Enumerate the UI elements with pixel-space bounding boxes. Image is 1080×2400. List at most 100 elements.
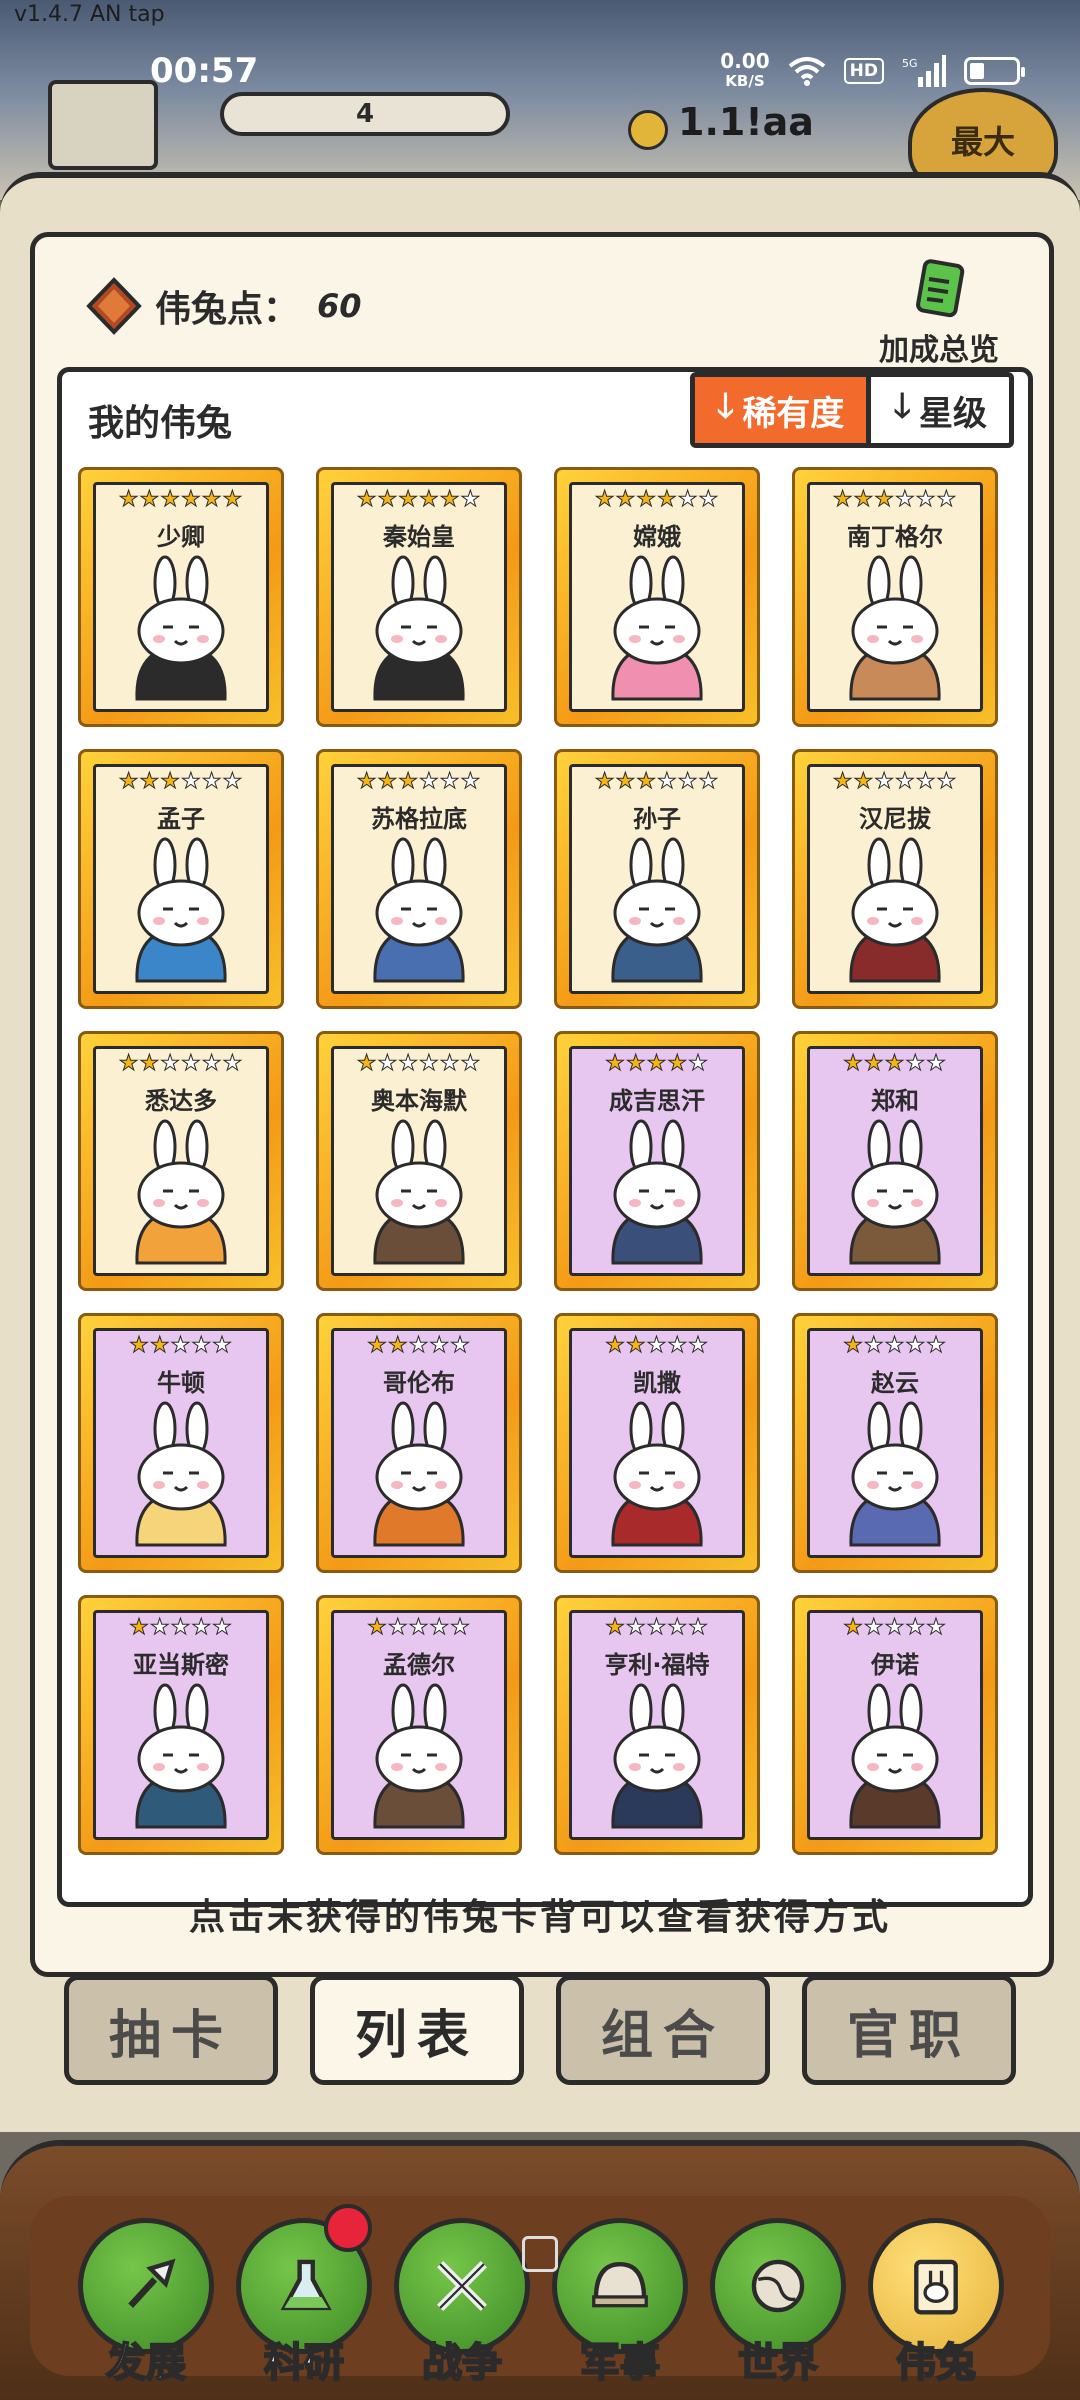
coin-icon xyxy=(628,110,668,150)
nav-item-0[interactable]: 发展 xyxy=(76,2218,216,2388)
hero-card[interactable]: ★★★★★ 成吉思汗 xyxy=(554,1031,760,1291)
hero-card[interactable]: ★★★★★ 伊诺 xyxy=(792,1595,998,1855)
hero-card[interactable]: ★★★★★★ 南丁格尔 xyxy=(792,467,998,727)
star-icon: ★ xyxy=(936,487,958,512)
svg-text:5G: 5G xyxy=(902,57,918,70)
arrow-down-icon: 🡓 xyxy=(716,385,735,426)
sort-star-button[interactable]: 🡓 星级 xyxy=(871,377,1009,443)
hero-card[interactable]: ★★★★★★ 孙子 xyxy=(554,749,760,1009)
hero-name: 悉达多 xyxy=(145,1087,217,1115)
star-icon: ★ xyxy=(429,1615,451,1640)
hero-card[interactable]: ★★★★★★ 奥本海默 xyxy=(316,1031,522,1291)
net-speed-value: 0.00 xyxy=(720,49,770,73)
hero-card[interactable]: ★★★★★ 孟德尔 xyxy=(316,1595,522,1855)
star-icon: ★ xyxy=(895,487,916,512)
sort-rarity-label: 稀有度 xyxy=(742,393,845,434)
emperor-portrait xyxy=(48,80,158,170)
bunny-portrait-icon xyxy=(611,1683,703,1829)
hero-name: 苏格拉底 xyxy=(371,805,467,833)
tab-3[interactable]: 官职 xyxy=(802,1975,1016,2085)
status-bar: 00:57 0.00 KB/S HD 5G xyxy=(0,36,1080,106)
star-icon: ★ xyxy=(926,1333,947,1358)
bonus-overview-button[interactable]: 加成总览 xyxy=(869,257,1009,369)
hero-card[interactable]: ★★★★★ 凯撒 xyxy=(554,1313,760,1573)
hero-card[interactable]: ★★★★★★ 孟子 xyxy=(78,749,284,1009)
hero-card[interactable]: ★★★★★★ 嫦娥 xyxy=(554,467,760,727)
nav-item-5[interactable]: 伟兔 xyxy=(866,2218,1006,2388)
hero-card-face: ★★★★★ 亚当斯密 xyxy=(93,1610,269,1840)
star-rating: ★★★★★★ xyxy=(334,769,504,794)
star-icon: ★ xyxy=(936,769,958,794)
tab-2[interactable]: 组合 xyxy=(556,1975,770,2085)
hero-card-face: ★★★★★ 凯撒 xyxy=(569,1328,745,1558)
hero-card[interactable]: ★★★★★★ 苏格拉底 xyxy=(316,749,522,1009)
bunny-portrait-icon xyxy=(373,1119,465,1265)
star-rating: ★★★★★★ xyxy=(810,769,980,794)
star-icon: ★ xyxy=(884,1615,906,1640)
star-icon: ★ xyxy=(160,1051,181,1076)
hero-card[interactable]: ★★★★★★ 秦始皇 xyxy=(316,467,522,727)
hero-card[interactable]: ★★★★★ 赵云 xyxy=(792,1313,998,1573)
nav-label: 科研 xyxy=(263,2339,345,2387)
hero-card[interactable]: ★★★★★★ 少卿 xyxy=(78,467,284,727)
nav-item-3[interactable]: 军事 xyxy=(550,2218,690,2388)
star-icon: ★ xyxy=(419,1051,440,1076)
hero-name: 哥伦布 xyxy=(383,1369,455,1397)
star-icon: ★ xyxy=(460,1051,482,1076)
tab-1[interactable]: 列表 xyxy=(310,1975,524,2085)
hero-name: 汉尼拔 xyxy=(859,805,931,833)
hero-card[interactable]: ★★★★★ 郑和 xyxy=(792,1031,998,1291)
star-icon: ★ xyxy=(915,487,937,512)
hero-card[interactable]: ★★★★★ 亚当斯密 xyxy=(78,1595,284,1855)
coin-amount: 1.1!aa xyxy=(678,100,814,144)
star-rating: ★★★★★ xyxy=(96,1334,266,1357)
wifi-icon xyxy=(788,57,825,86)
star-icon: ★ xyxy=(450,1615,471,1640)
nav-label: 战争 xyxy=(421,2339,503,2387)
star-rating: ★★★★★ xyxy=(810,1051,980,1076)
hero-card-face: ★★★★★★ 奥本海默 xyxy=(331,1046,507,1276)
star-icon: ★ xyxy=(615,487,637,512)
bunny-portrait-icon xyxy=(373,555,465,701)
hero-card-face: ★★★★★ 赵云 xyxy=(807,1328,983,1558)
hero-name: 成吉思汗 xyxy=(609,1087,705,1115)
star-icon: ★ xyxy=(367,1333,388,1358)
hero-card[interactable]: ★★★★★ 亨利·福特 xyxy=(554,1595,760,1855)
star-icon: ★ xyxy=(212,1615,233,1640)
sort-rarity-button[interactable]: 🡓 稀有度 xyxy=(694,377,872,443)
star-icon: ★ xyxy=(429,1333,451,1358)
star-icon: ★ xyxy=(439,487,461,512)
hero-card[interactable]: ★★★★★ 哥伦布 xyxy=(316,1313,522,1573)
bunny-portrait-icon xyxy=(611,1119,703,1265)
star-icon: ★ xyxy=(926,1051,947,1076)
nav-label: 军事 xyxy=(579,2339,661,2387)
star-icon: ★ xyxy=(356,487,378,512)
star-icon: ★ xyxy=(222,487,244,512)
nav-item-2[interactable]: 战争 xyxy=(392,2218,532,2388)
hero-card[interactable]: ★★★★★★ 汉尼拔 xyxy=(792,749,998,1009)
star-rating: ★★★★★★ xyxy=(572,487,742,512)
star-icon: ★ xyxy=(439,1051,461,1076)
star-icon: ★ xyxy=(387,1615,409,1640)
nav-item-1[interactable]: 科研 xyxy=(234,2204,374,2388)
net-speed: 0.00 KB/S xyxy=(720,51,769,91)
star-rating: ★★★★★ xyxy=(334,1615,504,1640)
star-icon: ★ xyxy=(667,1333,689,1358)
hero-name: 郑和 xyxy=(871,1087,919,1115)
card-grid: ★★★★★★ 少卿 ★★★★★★ 秦始皇 ★★★★★★ 嫦娥 ★★★★★★ 南丁格尔 ★★★★★… xyxy=(78,467,1008,1855)
hero-name: 伊诺 xyxy=(871,1651,919,1679)
home-indicator-icon[interactable] xyxy=(522,2236,558,2272)
nav-item-4[interactable]: 世界 xyxy=(708,2218,848,2388)
clock: 00:57 xyxy=(150,51,259,91)
star-icon: ★ xyxy=(905,1615,927,1640)
hero-name: 亚当斯密 xyxy=(133,1651,229,1679)
star-icon: ★ xyxy=(832,769,854,794)
hero-card[interactable]: ★★★★★★ 悉达多 xyxy=(78,1031,284,1291)
hero-name: 凯撒 xyxy=(633,1369,681,1397)
star-rating: ★★★★★★ xyxy=(96,487,266,512)
crossed-swords-icon xyxy=(437,2261,487,2311)
tab-0[interactable]: 抽卡 xyxy=(64,1975,278,2085)
hero-card[interactable]: ★★★★★ 牛顿 xyxy=(78,1313,284,1573)
star-icon: ★ xyxy=(460,769,482,794)
star-icon: ★ xyxy=(605,1333,626,1358)
